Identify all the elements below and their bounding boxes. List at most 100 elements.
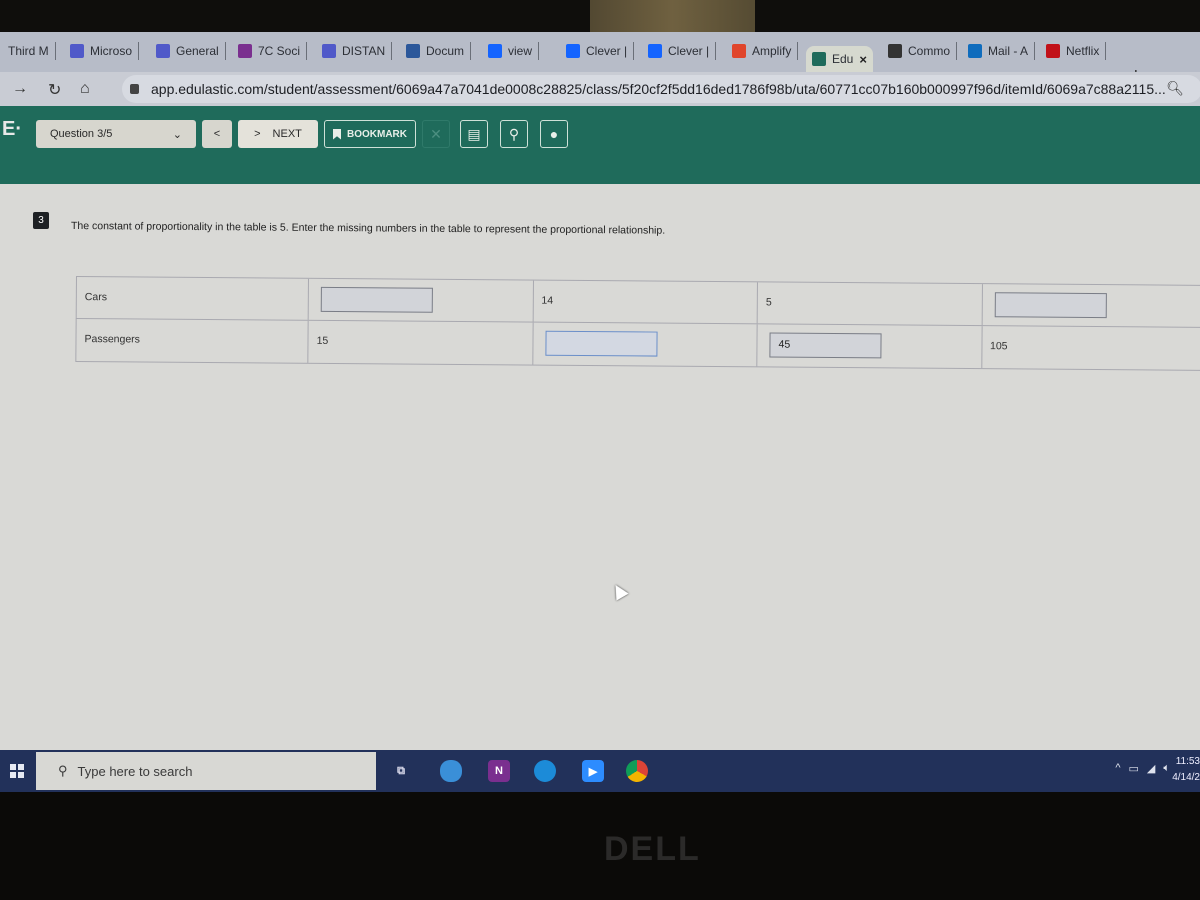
search-icon: ⚲ — [508, 125, 520, 142]
browser-tab[interactable]: Docum — [400, 38, 472, 64]
question-number-badge: 3 — [33, 212, 49, 229]
clock[interactable]: 11:53 4/14/2 — [1172, 754, 1200, 786]
start-button[interactable] — [0, 750, 34, 792]
browser-tab[interactable]: Clever | — [642, 38, 717, 64]
table-cell: 15 — [307, 320, 533, 365]
table-cell: 45 — [756, 324, 982, 369]
tab-separator — [138, 42, 140, 60]
onenote-icon — [238, 44, 252, 58]
browser-tab[interactable]: 7C Soci — [232, 38, 308, 64]
browser-tab-label: Edu — [832, 52, 854, 66]
bookmark-button[interactable]: BOOKMARK — [324, 120, 416, 148]
battery-icon[interactable]: ▭ — [1129, 762, 1139, 775]
browser-tab[interactable]: view — [482, 38, 540, 64]
volume-icon[interactable]: 🔈︎ — [1163, 762, 1170, 775]
zoom-app-icon[interactable]: ▶ — [582, 760, 604, 782]
browser-tab[interactable]: Edu × — [806, 46, 873, 72]
browser-tab[interactable]: Netflix — [1040, 38, 1107, 64]
browser-tab[interactable]: DISTAN — [316, 38, 393, 64]
outlook-icon — [968, 44, 982, 58]
clever-icon — [566, 44, 580, 58]
browser-tab-label: Clever | — [668, 44, 710, 58]
browser-tab[interactable]: Clever | — [560, 38, 635, 64]
taskbar-search[interactable]: ⚲ Type here to search — [36, 752, 376, 790]
chevron-up-icon[interactable]: ^ — [1115, 762, 1120, 775]
edulastic-logo: E· — [2, 118, 22, 140]
row-header-cell: Passengers — [75, 318, 308, 363]
address-bar-row: → ↻ ⌂ app.edulastic.com/student/assessme… — [0, 72, 1200, 106]
browser-tab[interactable]: Mail - A — [962, 38, 1036, 64]
chevron-right-icon: > — [254, 128, 261, 140]
assessment-toolbar: E· Question 3/5 ⌄ < > NEXT BOOKMARK ✕ ▤ … — [0, 106, 1200, 184]
book-icon — [888, 44, 902, 58]
tab-separator — [54, 42, 56, 60]
reload-icon[interactable]: ↻ — [48, 80, 61, 100]
browser-tab[interactable]: Commo — [882, 38, 958, 64]
next-button[interactable]: > NEXT — [238, 120, 318, 148]
bookmark-label: BOOKMARK — [347, 128, 407, 140]
browser-tab[interactable]: Amplify — [726, 38, 799, 64]
cell-value: 15 — [316, 334, 329, 347]
tab-separator — [633, 42, 635, 60]
teams-icon — [322, 44, 336, 58]
home-icon[interactable]: ⌂ — [80, 80, 90, 98]
tab-separator — [538, 42, 540, 60]
url-bar[interactable]: app.edulastic.com/student/assessment/606… — [122, 75, 1200, 103]
tab-separator — [956, 42, 958, 60]
proportion-table: Cars 14 5 Passengers 15 45 105 — [75, 276, 1200, 371]
forward-icon[interactable]: → — [12, 80, 28, 98]
next-label: NEXT — [272, 128, 302, 140]
wifi-icon[interactable]: ◢ — [1147, 762, 1155, 775]
question-prompt: The constant of proportionality in the t… — [70, 220, 666, 237]
search-icon[interactable]: 🔍︎ — [1166, 80, 1184, 97]
netflix-icon — [1046, 44, 1060, 58]
mouse-cursor — [609, 581, 629, 601]
tab-separator — [797, 42, 799, 60]
browser-tab-label: General — [176, 44, 219, 58]
dell-logo: DELL — [604, 830, 701, 868]
system-tray: ^ ▭ ◢ 🔈︎ — [1115, 762, 1170, 775]
tab-separator — [1105, 42, 1107, 60]
answer-input[interactable] — [994, 292, 1107, 319]
previous-button[interactable]: < — [202, 120, 232, 148]
browser-tab-label: Docum — [426, 44, 465, 58]
windows-icon — [10, 764, 24, 778]
tape — [590, 0, 755, 36]
answer-input[interactable] — [320, 286, 434, 313]
answer-input[interactable]: 45 — [769, 332, 882, 359]
amplify-icon — [732, 44, 746, 58]
screen: Third M Microso General 7C Soci DISTAN Docum v… — [0, 32, 1200, 792]
scratchpad-button[interactable]: ▤ — [460, 120, 488, 148]
word-icon — [406, 44, 420, 58]
chrome-icon[interactable] — [626, 760, 648, 782]
question-select[interactable]: Question 3/5 ⌄ — [36, 120, 196, 148]
close-tab-icon[interactable]: × — [859, 52, 867, 67]
answer-input[interactable] — [544, 330, 658, 357]
browser-tab-label: Netflix — [1066, 44, 1100, 58]
eye-icon: ● — [549, 126, 559, 142]
row-label: Passengers — [84, 333, 141, 346]
table-row: Passengers 15 45 105 — [75, 318, 1200, 371]
clock-date: 4/14/2 — [1172, 772, 1200, 783]
onedrive-icon[interactable] — [440, 760, 462, 782]
edge-icon[interactable] — [534, 760, 556, 782]
table-cell — [531, 322, 757, 367]
bookmark-icon — [333, 128, 341, 140]
crossout-button[interactable]: ✕ — [422, 120, 450, 148]
browser-tab-label: view — [508, 44, 533, 58]
hide-button[interactable]: ● — [540, 120, 568, 148]
table-cell — [981, 284, 1200, 327]
notepad-icon: ▤ — [467, 125, 481, 142]
magnifier-button[interactable]: ⚲ — [500, 120, 528, 148]
teams-icon — [156, 44, 170, 58]
browser-tab[interactable]: General — [150, 38, 226, 64]
browser-tab[interactable]: Microso — [64, 38, 140, 64]
table-cell: 14 — [532, 280, 758, 324]
clock-time: 11:53 — [1175, 756, 1200, 767]
task-view-icon[interactable]: ⧉ — [390, 760, 412, 782]
cell-value: 105 — [989, 340, 1008, 353]
browser-tab-label: Third M — [8, 44, 49, 58]
browser-tab[interactable]: Third M — [2, 38, 56, 64]
row-label: Cars — [84, 291, 108, 304]
onenote-icon[interactable]: N — [488, 760, 510, 782]
